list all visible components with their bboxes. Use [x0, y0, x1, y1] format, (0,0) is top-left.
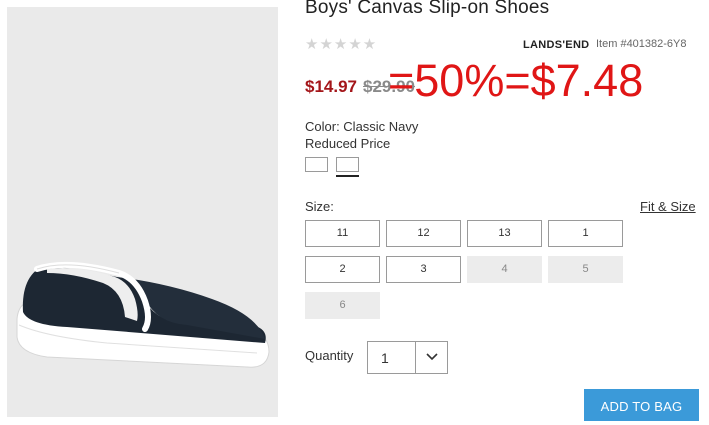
- size-option-13[interactable]: 13: [467, 220, 542, 247]
- promo-overlay: =50%=$7.48: [388, 55, 644, 106]
- fit-and-size-link[interactable]: Fit & Size: [640, 199, 696, 214]
- product-image: [7, 7, 278, 417]
- color-label: Color: Classic Navy: [305, 119, 419, 134]
- size-option-12[interactable]: 12: [386, 220, 461, 247]
- size-option-4[interactable]: 4: [467, 256, 542, 283]
- reduced-price-note: Reduced Price: [305, 136, 391, 151]
- size-option-1[interactable]: 1: [548, 220, 623, 247]
- size-option-11[interactable]: 11: [305, 220, 380, 247]
- color-swatch-white[interactable]: [305, 157, 328, 172]
- sale-price: $14.97: [305, 77, 357, 96]
- chevron-down-icon[interactable]: [425, 352, 439, 362]
- add-to-bag-button[interactable]: ADD TO BAG: [584, 389, 699, 421]
- size-option-3[interactable]: 3: [386, 256, 461, 283]
- product-title: Boys' Canvas Slip-on Shoes: [305, 0, 550, 18]
- rating-stars-icon[interactable]: ★★★★★: [305, 35, 377, 53]
- item-number: Item #401382-6Y8: [596, 38, 687, 50]
- size-option-6[interactable]: 6: [305, 292, 380, 319]
- shoe-illustration: [16, 261, 270, 368]
- color-swatch-classic-navy[interactable]: [336, 157, 359, 172]
- quantity-select[interactable]: 1: [367, 341, 448, 374]
- size-label: Size:: [305, 199, 334, 214]
- quantity-value: 1: [381, 350, 389, 366]
- selected-swatch-indicator: [336, 175, 359, 177]
- size-option-2[interactable]: 2: [305, 256, 380, 283]
- quantity-divider: [415, 342, 416, 373]
- brand-logo: LANDS'END: [523, 39, 590, 51]
- size-option-5[interactable]: 5: [548, 256, 623, 283]
- quantity-label: Quantity: [305, 348, 354, 363]
